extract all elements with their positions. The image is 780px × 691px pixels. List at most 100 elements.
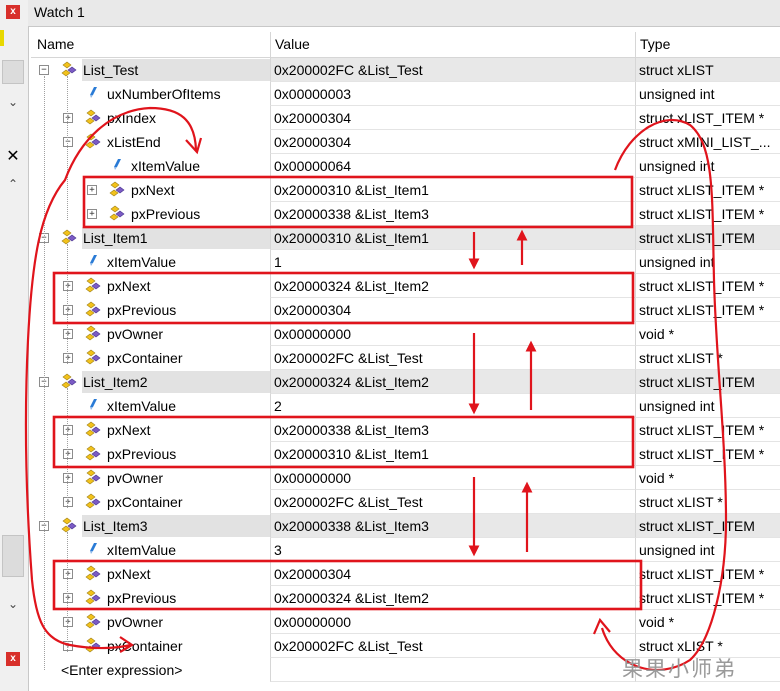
struct-icon <box>85 493 101 509</box>
tree-row[interactable]: + pxPrevious 0x20000338 &List_Item3 struct … <box>31 202 780 226</box>
tree-row[interactable]: − List_Item2 0x20000324 &List_Item2 struct … <box>31 370 780 394</box>
enter-expression-label[interactable]: <Enter expression> <box>61 658 182 682</box>
tree-row[interactable]: + pxNext 0x20000310 &List_Item1 struct xLIS… <box>31 178 780 202</box>
row-value[interactable]: 0x20000304 <box>270 298 635 322</box>
row-value[interactable]: 0x00000000 <box>270 466 635 490</box>
expand-icon[interactable]: + <box>63 473 73 483</box>
tree-row[interactable]: − List_Item1 0x20000310 &List_Item1 struct … <box>31 226 780 250</box>
close-icon[interactable]: ✕ <box>6 149 20 165</box>
column-name-header[interactable]: Name <box>37 32 74 57</box>
variable-icon <box>90 543 97 554</box>
tree-row[interactable]: xItemValue 0x00000064 unsigned int <box>31 154 780 178</box>
expand-icon[interactable]: + <box>63 641 73 651</box>
row-type: struct xLIST_ITEM <box>635 370 780 394</box>
expand-icon[interactable]: + <box>63 569 73 579</box>
expand-icon[interactable]: + <box>63 425 73 435</box>
tree-row[interactable]: + pxNext 0x20000324 &List_Item2 struct xLIS… <box>31 274 780 298</box>
expand-icon[interactable]: + <box>63 305 73 315</box>
row-name: pxNext <box>131 182 175 198</box>
expand-icon[interactable]: + <box>63 497 73 507</box>
row-type: struct xLIST_ITEM * <box>635 106 780 130</box>
tree-row[interactable]: xItemValue 3 unsigned int <box>31 538 780 562</box>
expand-icon[interactable]: + <box>63 353 73 363</box>
tree-row[interactable]: + pxIndex 0x20000304 struct xLIST_ITEM * <box>31 106 780 130</box>
expand-icon[interactable]: + <box>87 209 97 219</box>
row-value[interactable]: 0x20000324 &List_Item2 <box>270 370 635 394</box>
row-value[interactable]: 0x20000304 <box>270 106 635 130</box>
tree-row[interactable]: + pxContainer 0x200002FC &List_Test struct … <box>31 490 780 514</box>
row-value[interactable]: 2 <box>270 394 635 418</box>
struct-icon <box>61 373 77 389</box>
chevron-up-icon[interactable]: ⌃ <box>6 178 20 190</box>
scrollbar-thumb[interactable] <box>2 60 24 84</box>
row-value[interactable]: 0x20000310 &List_Item1 <box>270 178 635 202</box>
row-value[interactable]: 0x00000003 <box>270 82 635 106</box>
row-value[interactable]: 0x20000304 <box>270 130 635 154</box>
row-name: xItemValue <box>107 542 176 558</box>
tree-row[interactable]: + pvOwner 0x00000000 void * <box>31 466 780 490</box>
chevron-down-icon[interactable]: ⌄ <box>6 598 20 610</box>
row-value[interactable]: 0x00000064 <box>270 154 635 178</box>
tree-row[interactable]: + pvOwner 0x00000000 void * <box>31 322 780 346</box>
collapse-icon[interactable]: − <box>39 65 49 75</box>
expand-icon[interactable]: + <box>63 617 73 627</box>
tree-row[interactable]: − List_Item3 0x20000338 &List_Item3 struct … <box>31 514 780 538</box>
close-icon[interactable]: x <box>6 652 20 666</box>
expand-icon[interactable]: + <box>87 185 97 195</box>
expand-icon[interactable]: + <box>63 449 73 459</box>
column-divider[interactable] <box>635 32 636 57</box>
row-value[interactable]: 0x00000000 <box>270 610 635 634</box>
left-dock-strip: x ⌄ ✕ ⌃ ⌄ x <box>0 0 29 691</box>
tree-row[interactable]: + pxNext 0x20000338 &List_Item3 struct xLIS… <box>31 418 780 442</box>
row-value[interactable]: 1 <box>270 250 635 274</box>
struct-icon <box>85 469 101 485</box>
tree-row[interactable]: + pxPrevious 0x20000304 struct xLIST_ITEM * <box>31 298 780 322</box>
chevron-down-icon[interactable]: ⌄ <box>6 96 20 108</box>
row-name: pvOwner <box>107 614 164 630</box>
row-value[interactable]: 0x20000324 &List_Item2 <box>270 586 635 610</box>
row-value[interactable]: 0x00000000 <box>270 322 635 346</box>
tree-row[interactable]: xItemValue 1 unsigned int <box>31 250 780 274</box>
row-type: struct xLIST_ITEM * <box>635 418 780 442</box>
row-value[interactable]: 0x20000310 &List_Item1 <box>270 442 635 466</box>
row-value[interactable]: 0x20000338 &List_Item3 <box>270 202 635 226</box>
row-value[interactable]: 0x200002FC &List_Test <box>270 346 635 370</box>
struct-icon <box>85 589 101 605</box>
struct-icon <box>85 445 101 461</box>
expand-icon[interactable]: + <box>63 329 73 339</box>
row-value[interactable]: 0x20000338 &List_Item3 <box>270 514 635 538</box>
tree-row[interactable]: + pxContainer 0x200002FC &List_Test struct … <box>31 346 780 370</box>
row-value[interactable]: 0x200002FC &List_Test <box>270 634 635 658</box>
row-value[interactable]: 0x20000324 &List_Item2 <box>270 274 635 298</box>
row-type: struct xLIST * <box>635 346 780 370</box>
tree-row[interactable]: + pxPrevious 0x20000324 &List_Item2 struct … <box>31 586 780 610</box>
row-value[interactable]: 0x200002FC &List_Test <box>270 490 635 514</box>
column-divider[interactable] <box>270 32 271 57</box>
tree-row[interactable]: − List_Test 0x200002FC &List_Test struct xL… <box>31 58 780 82</box>
row-name: pxPrevious <box>107 590 177 606</box>
row-value[interactable]: 0x20000338 &List_Item3 <box>270 418 635 442</box>
close-icon[interactable]: x <box>6 5 20 19</box>
column-value-header[interactable]: Value <box>275 32 310 57</box>
expand-icon[interactable]: + <box>63 593 73 603</box>
expand-icon[interactable]: + <box>63 281 73 291</box>
row-value[interactable]: 0x200002FC &List_Test <box>270 58 635 82</box>
tree-row[interactable]: uxNumberOfItems 0x00000003 unsigned int <box>31 82 780 106</box>
column-type-header[interactable]: Type <box>640 32 670 57</box>
tree-row[interactable]: + pxNext 0x20000304 struct xLIST_ITEM * <box>31 562 780 586</box>
scrollbar-thumb[interactable] <box>2 535 24 577</box>
tree-row[interactable]: + pvOwner 0x00000000 void * <box>31 610 780 634</box>
tree-row[interactable]: − xListEnd 0x20000304 struct xMINI_LIST_... <box>31 130 780 154</box>
tree-row[interactable]: xItemValue 2 unsigned int <box>31 394 780 418</box>
row-type: struct xLIST_ITEM * <box>635 178 780 202</box>
row-type: unsigned int <box>635 154 780 178</box>
row-name: pxPrevious <box>131 206 201 222</box>
row-value[interactable]: 3 <box>270 538 635 562</box>
expand-icon[interactable]: + <box>63 113 73 123</box>
variable-icon <box>90 399 97 410</box>
tree-row[interactable]: + pxPrevious 0x20000310 &List_Item1 struct … <box>31 442 780 466</box>
row-value[interactable]: 0x20000310 &List_Item1 <box>270 226 635 250</box>
collapse-icon[interactable]: − <box>63 137 73 147</box>
row-name: List_Item2 <box>83 374 148 390</box>
row-value[interactable]: 0x20000304 <box>270 562 635 586</box>
